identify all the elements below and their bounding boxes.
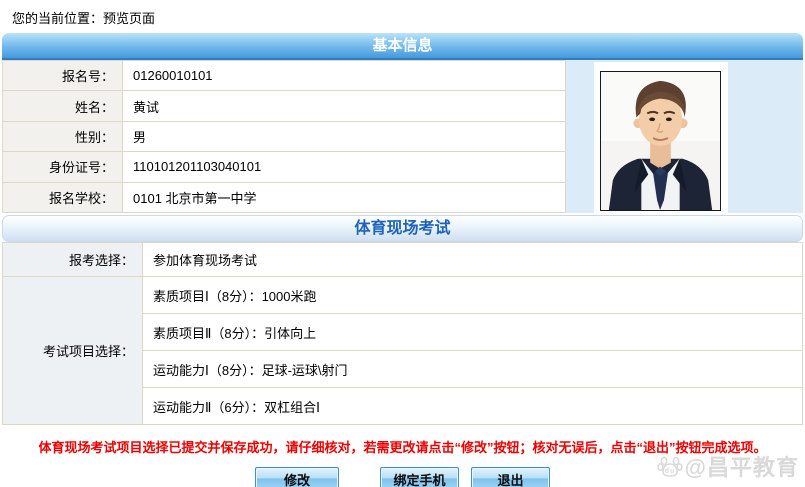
- basic-info-section: 基本信息 报名号： 01260010101 姓名： 黄试 性别： 男 身份证号：…: [2, 33, 803, 214]
- field-value: 黄试: [122, 90, 566, 122]
- photo-mat: [594, 62, 728, 213]
- exam-items-label: 考试项目选择：: [2, 276, 143, 425]
- breadcrumb: 您的当前位置：预览页面: [12, 11, 156, 26]
- field-label: 姓名：: [2, 90, 123, 122]
- table-row: 姓名： 黄试: [2, 90, 566, 122]
- field-value: 01260010101: [122, 59, 566, 92]
- photo-cell: [566, 60, 803, 213]
- field-label: 身份证号：: [2, 151, 123, 183]
- exam-section-header: 体育现场考试: [2, 215, 803, 242]
- exam-choice-label: 报考选择：: [2, 242, 143, 277]
- field-value: 110101201103040101: [122, 151, 566, 183]
- table-row: 报名学校： 0101 北京市第一中学: [2, 181, 566, 214]
- watermark-text: @昌平教育: [684, 455, 799, 480]
- field-value: 0101 北京市第一中学: [122, 181, 566, 214]
- exam-item: 运动能力Ⅱ（6分）：双杠组合Ⅰ: [142, 387, 803, 425]
- exam-item: 素质项目Ⅰ（8分）：1000米跑: [142, 276, 803, 314]
- exam-choice-value: 参加体育现场考试: [142, 242, 803, 277]
- table-row: 报名号： 01260010101: [2, 59, 566, 92]
- bind-phone-button[interactable]: 绑定手机: [380, 467, 459, 487]
- exit-button[interactable]: 退出: [471, 467, 550, 487]
- exam-item: 运动能力Ⅰ（8分）：足球-运球\射门: [142, 350, 803, 388]
- preview-page: 您的当前位置：预览页面 基本信息 报名号： 01260010101 姓名： 黄试…: [0, 0, 805, 487]
- exam-section: 体育现场考试 报考选择： 参加体育现场考试 考试项目选择： 素质项目Ⅰ（8分）：…: [2, 215, 803, 425]
- basic-info-table: 报名号： 01260010101 姓名： 黄试 性别： 男 身份证号： 1101…: [2, 59, 566, 214]
- field-label: 报名号：: [2, 59, 123, 92]
- applicant-photo: [600, 71, 721, 211]
- watermark: du @昌平教育: [656, 450, 799, 482]
- modify-button[interactable]: 修改: [255, 467, 339, 487]
- field-label: 报名学校：: [2, 181, 123, 214]
- exam-table: 报考选择： 参加体育现场考试 考试项目选择： 素质项目Ⅰ（8分）：1000米跑 …: [2, 242, 803, 425]
- field-label: 性别：: [2, 120, 123, 153]
- field-value: 男: [122, 120, 566, 153]
- baidu-paw-icon: du: [656, 456, 683, 477]
- basic-info-header: 基本信息: [2, 33, 803, 60]
- table-row: 性别： 男: [2, 120, 566, 153]
- table-row: 身份证号： 110101201103040101: [2, 151, 566, 183]
- svg-text:du: du: [664, 468, 675, 475]
- exam-item: 素质项目Ⅱ（8分）：引体向上: [142, 313, 803, 351]
- table-row: 报考选择： 参加体育现场考试: [2, 242, 803, 277]
- table-row: 考试项目选择： 素质项目Ⅰ（8分）：1000米跑: [2, 276, 803, 425]
- portrait-illustration: [601, 72, 720, 210]
